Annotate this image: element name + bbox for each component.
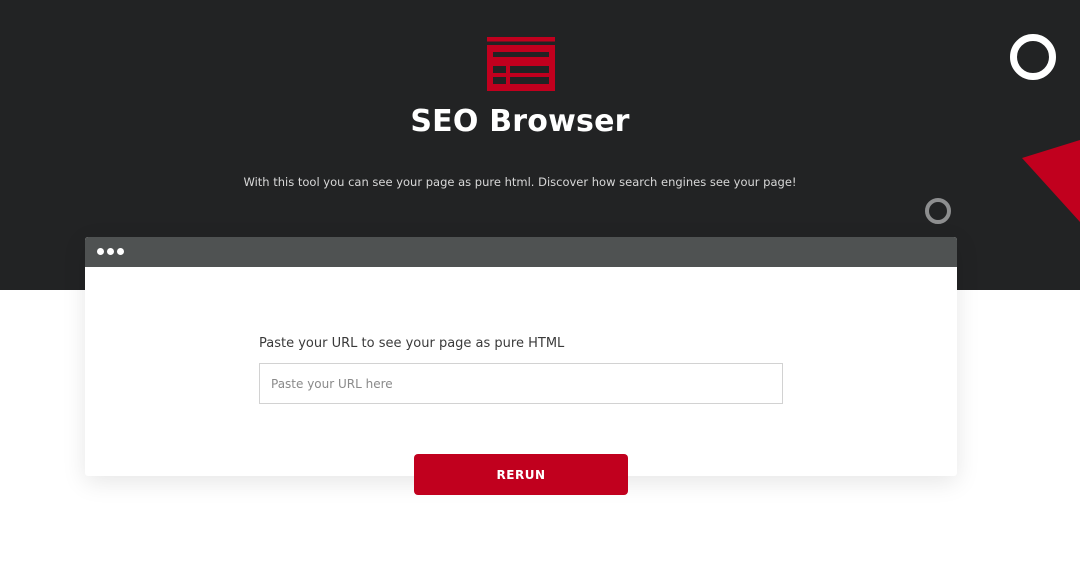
browser-window-icon [487, 37, 555, 91]
window-title-bar [85, 237, 957, 267]
page-subtitle: With this tool you can see your page as … [243, 175, 797, 189]
window-dot [107, 248, 114, 255]
decorative-red-triangle [1022, 140, 1080, 222]
decorative-ring-small [925, 198, 951, 224]
url-input[interactable] [259, 363, 783, 404]
window-dot [117, 248, 124, 255]
window-dot [97, 248, 104, 255]
rerun-button[interactable]: RERUN [414, 454, 628, 495]
seo-browser-page: SEO Browser With this tool you can see y… [0, 0, 1080, 564]
page-title: SEO Browser [410, 104, 630, 139]
url-field-label: Paste your URL to see your page as pure … [259, 336, 565, 351]
decorative-ring-large [1010, 34, 1056, 80]
browser-window-card: Paste your URL to see your page as pure … [85, 237, 957, 476]
